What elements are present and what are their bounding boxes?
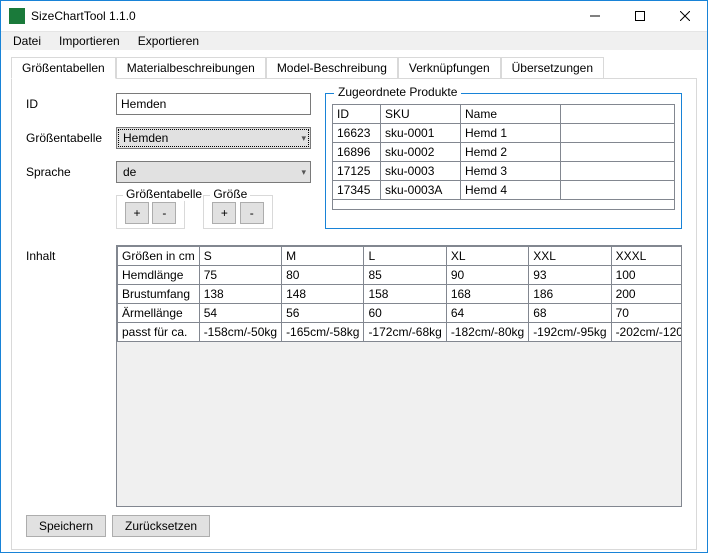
col-empty	[561, 105, 675, 124]
size-buttons-group: Größe + -	[203, 195, 272, 229]
reset-button[interactable]: Zurücksetzen	[112, 515, 210, 537]
id-label: ID	[26, 97, 116, 111]
app-icon	[9, 8, 25, 24]
tab-translations[interactable]: Übersetzungen	[501, 57, 604, 79]
table-row[interactable]: 16896sku-0002Hemd 2	[333, 143, 675, 162]
chevron-down-icon: ▾	[301, 133, 306, 144]
menubar: Datei Importieren Exportieren	[1, 31, 707, 50]
content-area: Größentabellen Materialbeschreibungen Mo…	[1, 50, 707, 560]
assigned-products-legend: Zugeordnete Produkte	[334, 85, 461, 99]
table-group-caption: Größentabelle	[123, 187, 205, 201]
maximize-button[interactable]	[617, 1, 662, 31]
col-sku[interactable]: SKU	[381, 105, 461, 124]
table-select-value: Hemden	[123, 131, 168, 145]
chevron-down-icon: ▾	[301, 167, 306, 178]
grid-row[interactable]: Ärmellänge545660646870	[118, 304, 683, 323]
table-header-row: ID SKU Name	[333, 105, 675, 124]
menu-import[interactable]: Importieren	[51, 32, 128, 50]
assigned-products-panel: Zugeordnete Produkte ID SKU Name 16623sk…	[325, 93, 682, 229]
content-label: Inhalt	[26, 245, 116, 507]
table-add-button[interactable]: +	[125, 202, 149, 224]
grid-row[interactable]: passt für ca.-158cm/-50kg-165cm/-58kg-17…	[118, 323, 683, 342]
footer-buttons: Speichern Zurücksetzen	[26, 507, 682, 537]
close-button[interactable]	[662, 1, 707, 31]
table-row[interactable]: 17345sku-0003AHemd 4	[333, 181, 675, 200]
assigned-products-table[interactable]: ID SKU Name 16623sku-0001Hemd 1 16896sku…	[332, 104, 675, 210]
tab-links[interactable]: Verknüpfungen	[398, 57, 501, 79]
save-button[interactable]: Speichern	[26, 515, 106, 537]
grid-header-row: Größen in cm S M L XL XXL XXXL	[118, 247, 683, 266]
tab-materials[interactable]: Materialbeschreibungen	[116, 57, 266, 79]
window-title: SizeChartTool 1.1.0	[31, 9, 572, 23]
tab-sizecharts[interactable]: Größentabellen	[11, 57, 116, 79]
tab-model[interactable]: Model-Beschreibung	[266, 57, 398, 79]
titlebar: SizeChartTool 1.1.0	[1, 1, 707, 31]
table-row[interactable]: 17125sku-0003Hemd 3	[333, 162, 675, 181]
app-window: SizeChartTool 1.1.0 Datei Importieren Ex…	[0, 0, 708, 553]
table-select[interactable]: Hemden ▾	[116, 127, 311, 149]
id-input[interactable]	[116, 93, 311, 115]
content-grid[interactable]: Größen in cm S M L XL XXL XXXL Hemdlänge…	[117, 246, 682, 342]
col-id[interactable]: ID	[333, 105, 381, 124]
grid-row[interactable]: Brustumfang138148158168186200	[118, 285, 683, 304]
size-add-button[interactable]: +	[212, 202, 236, 224]
table-label: Größentabelle	[26, 131, 116, 145]
table-buttons-group: Größentabelle + -	[116, 195, 185, 229]
lang-select[interactable]: de ▾	[116, 161, 311, 183]
menu-export[interactable]: Exportieren	[130, 32, 207, 50]
tabbar: Größentabellen Materialbeschreibungen Mo…	[11, 56, 697, 78]
table-remove-button[interactable]: -	[152, 202, 176, 224]
grid-row[interactable]: Hemdlänge7580859093100	[118, 266, 683, 285]
tab-pane: ID Größentabelle Hemden ▾ Sprache de	[11, 78, 697, 550]
minimize-button[interactable]	[572, 1, 617, 31]
lang-label: Sprache	[26, 165, 116, 179]
size-remove-button[interactable]: -	[240, 202, 264, 224]
content-grid-wrap[interactable]: Größen in cm S M L XL XXL XXXL Hemdlänge…	[116, 245, 682, 507]
table-row[interactable]: 16623sku-0001Hemd 1	[333, 124, 675, 143]
menu-file[interactable]: Datei	[5, 32, 49, 50]
col-name[interactable]: Name	[461, 105, 561, 124]
size-group-caption: Größe	[210, 187, 250, 201]
lang-select-value: de	[123, 165, 136, 179]
